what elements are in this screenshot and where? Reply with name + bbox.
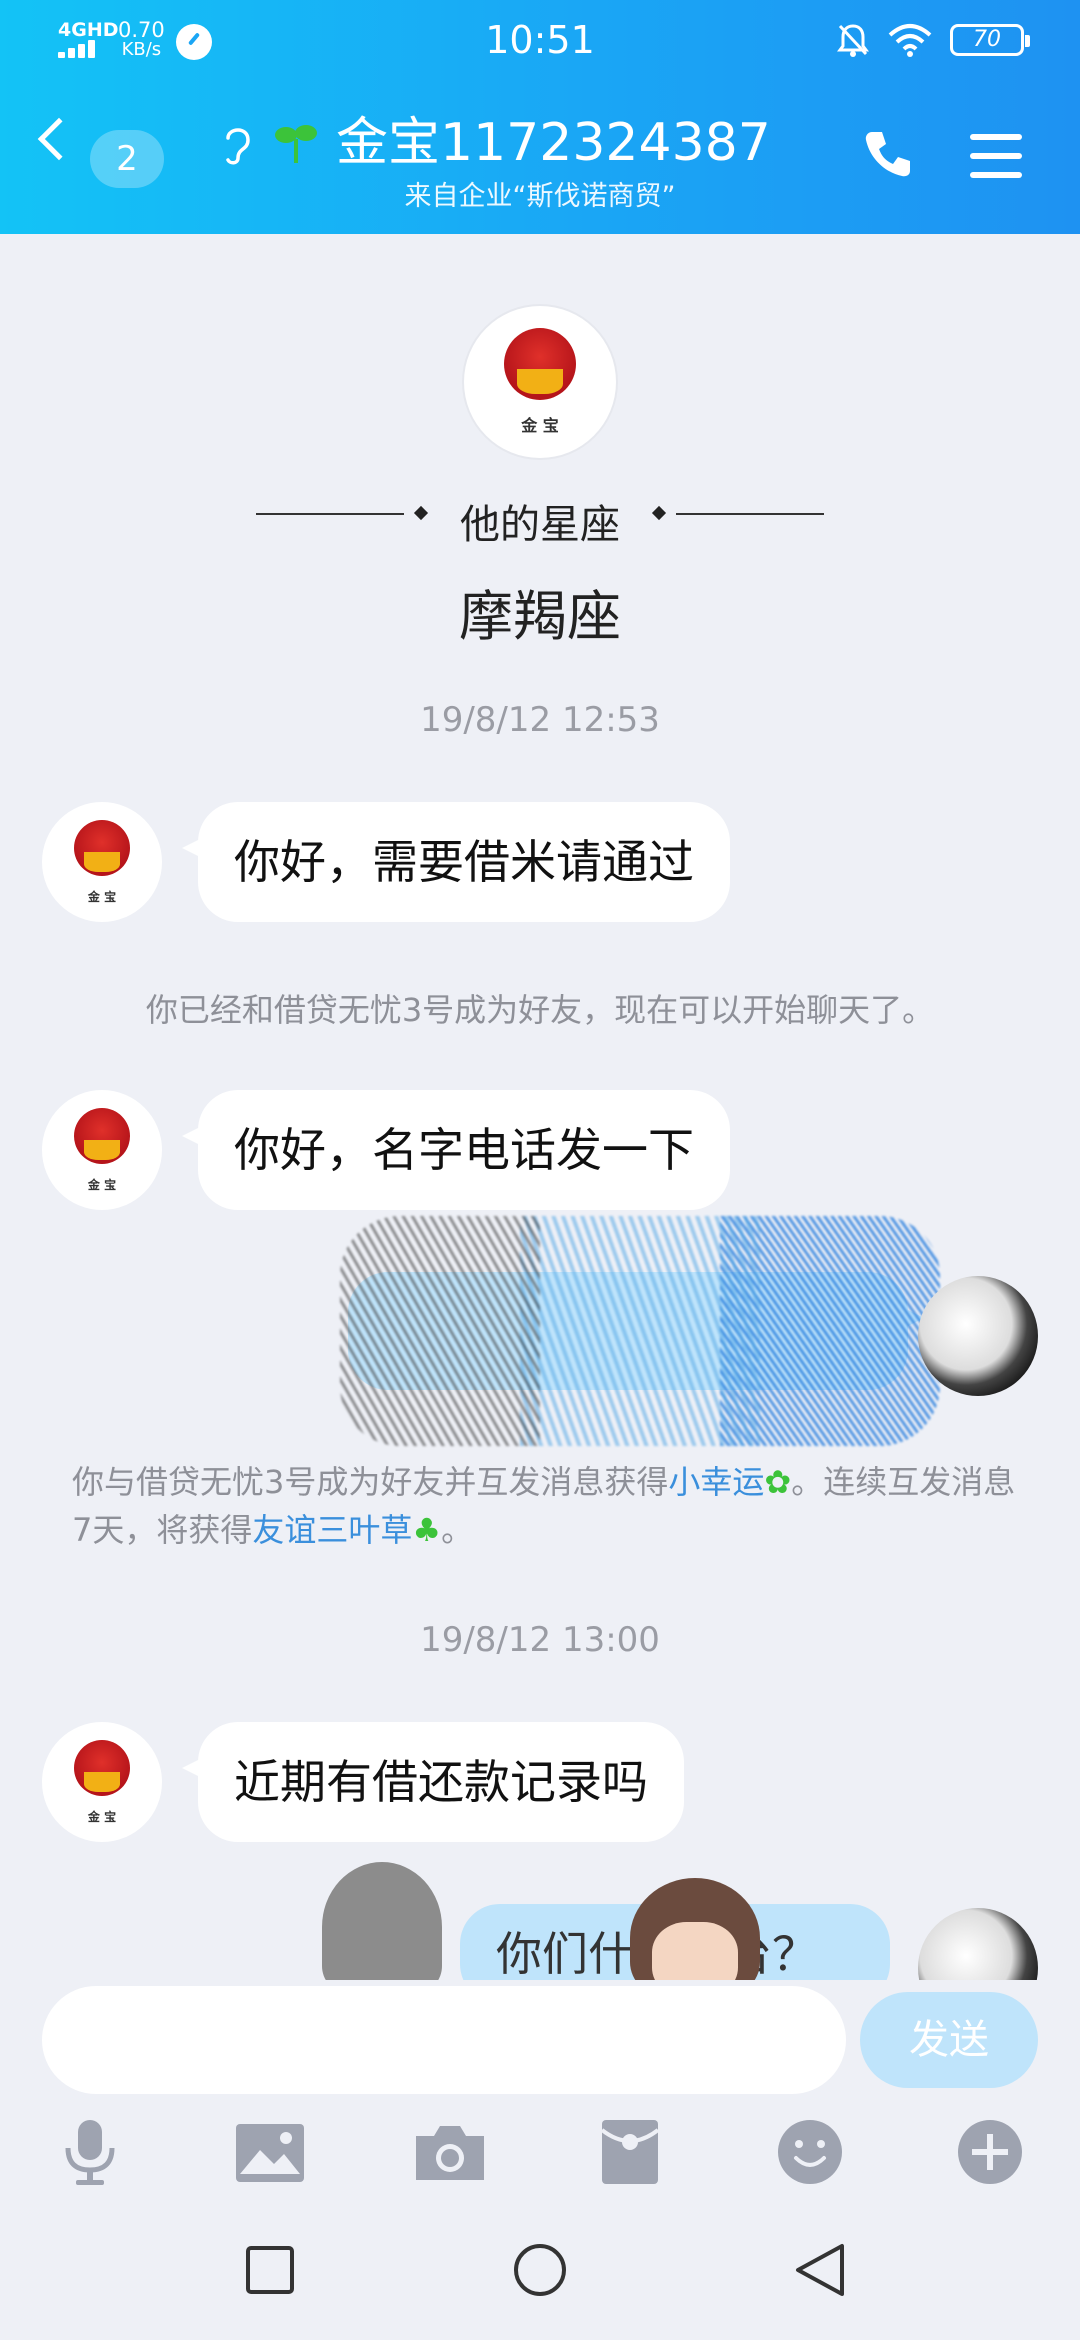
clover-icon: ♣ (412, 1511, 442, 1549)
emblem-icon (504, 328, 576, 400)
system-notice: 你已经和借贷无忧3号成为好友，现在可以开始聊天了。 (145, 991, 935, 1029)
reward-text-prefix: 你与借贷无忧3号成为好友并互发消息获得 (72, 1463, 669, 1501)
system-notice-reward: 你与借贷无忧3号成为好友并互发消息获得小幸运✿。连续互发消息7天，将获得友谊三叶… (72, 1458, 1022, 1554)
chat-header: 4GHD 0.70 KB/s 10:51 70 2 金宝1172324387 来… (0, 0, 1080, 234)
back-triangle-icon[interactable] (790, 2240, 850, 2300)
send-button[interactable]: 发送 (860, 1992, 1038, 2088)
home-icon[interactable] (510, 2240, 570, 2300)
sprout-icon (275, 125, 317, 163)
title-area[interactable]: 金宝1172324387 (220, 112, 771, 174)
menu-icon[interactable] (970, 134, 1022, 178)
reward-text-suffix: 。 (441, 1511, 474, 1549)
redaction-scribble (340, 1216, 940, 1446)
zodiac-value: 摩羯座 (459, 585, 621, 648)
contact-avatar[interactable]: 金 宝 (42, 1722, 162, 1842)
ear-icon (226, 128, 250, 165)
emblem-icon (74, 820, 130, 876)
my-avatar[interactable] (918, 1276, 1038, 1396)
sprout-icon: ✿ (764, 1463, 792, 1501)
contact-name: 金宝1172324387 (336, 113, 771, 173)
back-chevron-icon[interactable] (37, 117, 81, 161)
camera-icon[interactable] (410, 2112, 490, 2192)
wifi-icon (888, 24, 932, 57)
status-right: 70 (836, 22, 1030, 58)
avatar-caption: 金 宝 (87, 1810, 117, 1824)
timestamp: 19/8/12 13:00 (420, 1620, 660, 1660)
mute-bell-icon (837, 24, 869, 57)
contact-avatar[interactable]: 金 宝 (42, 1090, 162, 1210)
contact-subtitle: 来自企业“斯伐诺商贸” (404, 181, 676, 212)
avatar-caption: 金 宝 (87, 890, 117, 904)
microphone-icon[interactable] (50, 2112, 130, 2192)
avatar-caption: 金 宝 (87, 1178, 117, 1192)
plus-icon[interactable] (950, 2112, 1030, 2192)
red-packet-icon[interactable] (590, 2112, 670, 2192)
timestamp: 19/8/12 12:53 (420, 700, 660, 740)
emblem-icon (74, 1108, 130, 1164)
phone-icon[interactable] (862, 128, 914, 180)
recents-icon[interactable] (240, 2240, 300, 2300)
emoji-icon[interactable] (770, 2112, 850, 2192)
emblem-icon (74, 1740, 130, 1796)
status-bar: 4GHD 0.70 KB/s 10:51 70 (0, 0, 1080, 80)
message-input[interactable] (42, 1986, 846, 2094)
contact-avatar-large[interactable]: 金 宝 (464, 306, 616, 458)
zodiac-label: 他的星座 (460, 502, 620, 548)
message-bubble[interactable]: 你好，名字电话发一下 (182, 1090, 730, 1210)
image-icon[interactable] (230, 2112, 310, 2192)
contact-avatar[interactable]: 金 宝 (42, 802, 162, 922)
battery-indicator: 70 (950, 24, 1030, 56)
message-bubble[interactable]: 你好，需要借米请通过 (182, 802, 730, 922)
message-bubble[interactable]: 近期有借还款记录吗 (182, 1722, 684, 1842)
peeking-boy-sticker (322, 1862, 442, 1992)
lucky-link[interactable]: 小幸运 (668, 1463, 764, 1501)
clover-link[interactable]: 友谊三叶草 (252, 1511, 412, 1549)
avatar-caption: 金 宝 (521, 416, 559, 435)
